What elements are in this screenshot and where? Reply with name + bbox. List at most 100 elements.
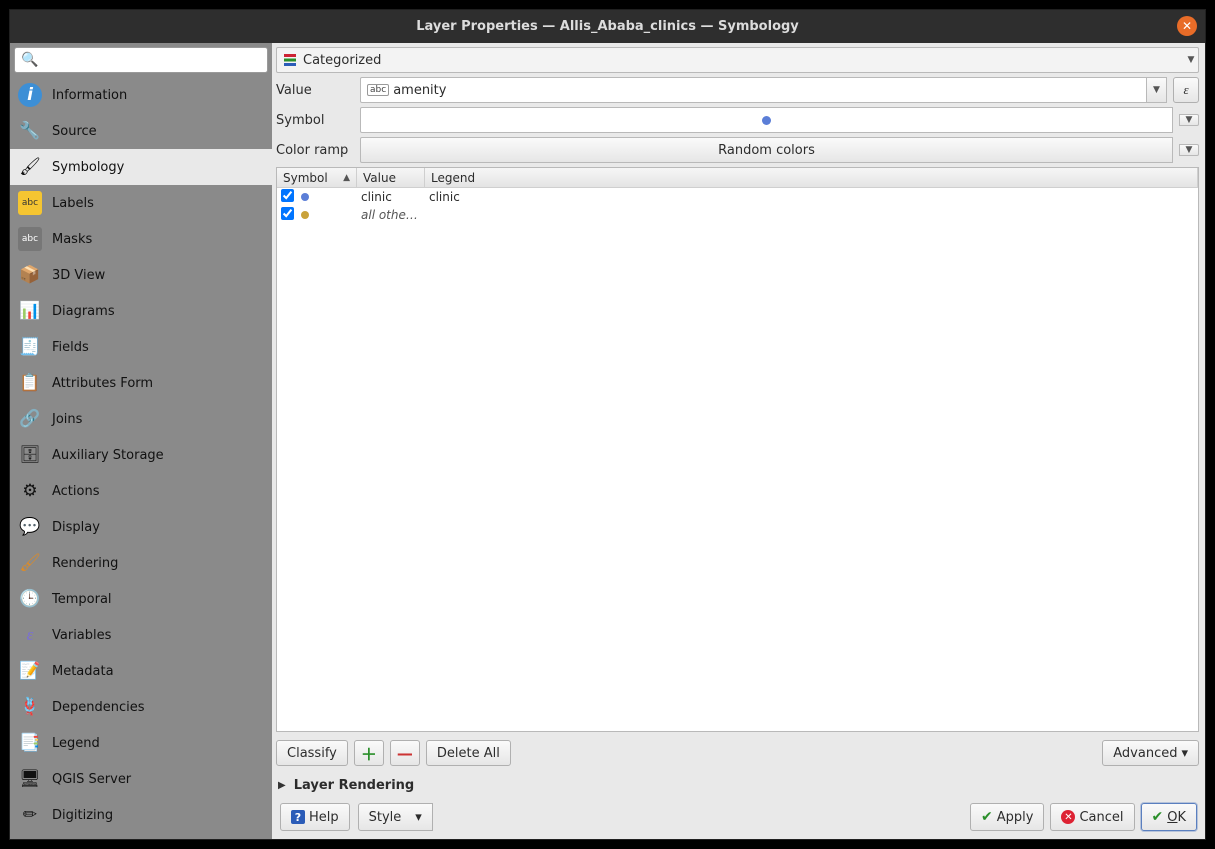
- categories-table: Symbol ▲ Value Legend clinicclinicall ot…: [276, 167, 1199, 732]
- chevron-down-icon: ▾: [415, 810, 422, 825]
- sidebar-item-3dview[interactable]: 3D View: [10, 257, 272, 293]
- sidebar-item-variables[interactable]: Variables: [10, 617, 272, 653]
- value-field-label: Value: [276, 83, 354, 98]
- minus-icon: —: [397, 744, 413, 763]
- value-field-combo[interactable]: abc amenity: [360, 77, 1147, 103]
- categorized-icon: [277, 53, 301, 67]
- main-panel: Categorized ▼ Value abc amenity ▼ ε: [272, 43, 1205, 839]
- sidebar-item-labels[interactable]: abc Labels: [10, 185, 272, 221]
- cancel-button[interactable]: ✕ Cancel: [1050, 803, 1134, 831]
- metadata-icon: [16, 657, 44, 685]
- table-row[interactable]: clinicclinic: [277, 188, 1198, 206]
- add-category-button[interactable]: ＋: [354, 740, 384, 766]
- ok-icon: ✔: [1152, 809, 1164, 825]
- category-symbol-icon: [301, 211, 309, 219]
- advanced-button[interactable]: Advanced ▾: [1102, 740, 1199, 766]
- rendering-icon: [16, 549, 44, 577]
- 3d-icon: [16, 261, 44, 289]
- symbology-content: Categorized ▼ Value abc amenity ▼ ε: [272, 43, 1205, 797]
- style-button[interactable]: Style ▾: [358, 803, 433, 831]
- window-title: Layer Properties — Allis_Ababa_clinics —…: [416, 19, 799, 34]
- color-ramp-text: Random colors: [718, 143, 815, 158]
- check-icon: ✔: [981, 809, 993, 825]
- diagrams-icon: [16, 297, 44, 325]
- sidebar-item-label: Display: [52, 520, 100, 535]
- category-symbol-icon: [301, 193, 309, 201]
- chevron-down-icon: ▼: [1184, 55, 1198, 65]
- sidebar-item-label: Attributes Form: [52, 376, 153, 391]
- value-field-dropdown-button[interactable]: ▼: [1147, 77, 1167, 103]
- sidebar-item-label: Information: [52, 88, 127, 103]
- symbol-dropdown-button[interactable]: ▼: [1179, 114, 1199, 126]
- category-legend: clinic: [425, 190, 1198, 204]
- titlebar[interactable]: Layer Properties — Allis_Ababa_clinics —…: [10, 10, 1205, 43]
- masks-icon: abc: [16, 225, 44, 253]
- sidebar-item-metadata[interactable]: Metadata: [10, 653, 272, 689]
- sidebar-item-dependencies[interactable]: Dependencies: [10, 689, 272, 725]
- sidebar-item-attrform[interactable]: Attributes Form: [10, 365, 272, 401]
- close-icon: ✕: [1182, 19, 1192, 33]
- color-ramp-dropdown-button[interactable]: ▼: [1179, 144, 1199, 156]
- sidebar-item-label: Source: [52, 124, 97, 139]
- expression-button[interactable]: ε: [1173, 77, 1199, 103]
- header-symbol[interactable]: Symbol ▲: [277, 168, 357, 187]
- table-row[interactable]: all othe…: [277, 206, 1198, 224]
- header-legend[interactable]: Legend: [425, 168, 1198, 187]
- dialog-footer: ? Help Style ▾ ✔ Apply ✕ Ca: [272, 797, 1205, 839]
- variables-icon: [16, 621, 44, 649]
- fields-icon: [16, 333, 44, 361]
- sidebar-item-label: Temporal: [52, 592, 112, 607]
- sidebar-item-label: Actions: [52, 484, 100, 499]
- symbol-dot-icon: [762, 116, 771, 125]
- help-icon: ?: [291, 810, 305, 824]
- sidebar-item-rendering[interactable]: Rendering: [10, 545, 272, 581]
- actions-icon: [16, 477, 44, 505]
- category-visibility-checkbox[interactable]: [281, 189, 294, 202]
- sidebar-item-joins[interactable]: Joins: [10, 401, 272, 437]
- labels-icon: abc: [16, 189, 44, 217]
- sidebar-item-actions[interactable]: Actions: [10, 473, 272, 509]
- sidebar-item-label: Joins: [52, 412, 82, 427]
- renderer-type-label: Categorized: [301, 53, 1184, 68]
- cancel-icon: ✕: [1061, 810, 1075, 824]
- chevron-down-icon: ▼: [1182, 115, 1196, 125]
- window-close-button[interactable]: ✕: [1177, 16, 1197, 36]
- sidebar-item-label: Diagrams: [52, 304, 115, 319]
- help-button[interactable]: ? Help: [280, 803, 350, 831]
- dialog-body: 🔍 iInformationSourceSymbologyabcLabelsab…: [10, 43, 1205, 839]
- sidebar-item-legend[interactable]: Legend: [10, 725, 272, 761]
- legend-icon: [16, 729, 44, 757]
- chevron-down-icon: ▼: [1182, 145, 1196, 155]
- renderer-type-combo[interactable]: Categorized ▼: [276, 47, 1199, 73]
- table-header: Symbol ▲ Value Legend: [277, 168, 1198, 188]
- apply-button[interactable]: ✔ Apply: [970, 803, 1044, 831]
- category-visibility-checkbox[interactable]: [281, 207, 294, 220]
- sidebar-item-label: Masks: [52, 232, 92, 247]
- symbol-preview-button[interactable]: [360, 107, 1173, 133]
- sidebar-item-display[interactable]: Display: [10, 509, 272, 545]
- sidebar-item-aux[interactable]: Auxiliary Storage: [10, 437, 272, 473]
- sidebar-item-temporal[interactable]: Temporal: [10, 581, 272, 617]
- sidebar-item-symbology[interactable]: Symbology: [10, 149, 272, 185]
- remove-category-button[interactable]: —: [390, 740, 420, 766]
- sidebar-item-qgis[interactable]: QGIS Server: [10, 761, 272, 797]
- sidebar-item-masks[interactable]: abc Masks: [10, 221, 272, 257]
- sidebar-item-digitizing[interactable]: Digitizing: [10, 797, 272, 833]
- color-ramp-button[interactable]: Random colors: [360, 137, 1173, 163]
- sidebar-item-label: QGIS Server: [52, 772, 131, 787]
- sidebar-item-label: Variables: [52, 628, 111, 643]
- delete-all-button[interactable]: Delete All: [426, 740, 511, 766]
- header-value[interactable]: Value: [357, 168, 425, 187]
- sidebar-item-label: Labels: [52, 196, 94, 211]
- sidebar-item-diagrams[interactable]: Diagrams: [10, 293, 272, 329]
- layer-rendering-label: Layer Rendering: [294, 778, 415, 793]
- classify-button[interactable]: Classify: [276, 740, 348, 766]
- ok-button[interactable]: ✔ OK: [1141, 803, 1198, 831]
- text-type-icon: abc: [367, 84, 389, 96]
- sidebar-item-source[interactable]: Source: [10, 113, 272, 149]
- search-input[interactable]: [14, 47, 268, 73]
- layer-rendering-expander[interactable]: ▶ Layer Rendering: [276, 774, 1199, 797]
- sidebar-item-information[interactable]: iInformation: [10, 77, 272, 113]
- joins-icon: [16, 405, 44, 433]
- sidebar-item-fields[interactable]: Fields: [10, 329, 272, 365]
